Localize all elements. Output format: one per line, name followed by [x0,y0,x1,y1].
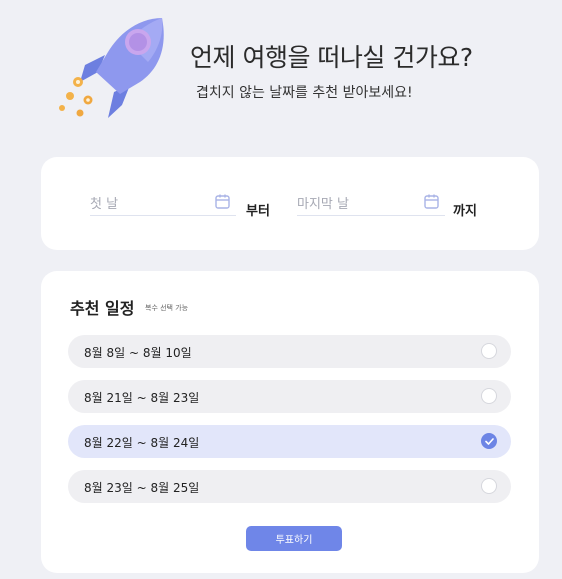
schedule-option[interactable]: 8월 23일 ~ 8월 25일 [68,470,511,503]
check-icon[interactable] [481,433,497,449]
start-date-placeholder: 첫 날 [90,197,119,212]
vote-button[interactable]: 투표하기 [246,526,342,551]
end-date-placeholder: 마지막 날 [297,197,349,212]
end-date-input[interactable]: 마지막 날 [297,193,445,216]
schedule-option[interactable]: 8월 21일 ~ 8월 23일 [68,380,511,413]
start-date-suffix: 부터 [246,204,270,219]
schedule-option-label: 8월 22일 ~ 8월 24일 [84,436,200,450]
start-date-input[interactable]: 첫 날 [90,193,236,216]
schedule-option-label: 8월 21일 ~ 8월 23일 [84,391,200,405]
page-subtitle: 겹치지 않는 날짜를 추천 받아보세요! [196,85,413,101]
schedule-option-label: 8월 23일 ~ 8월 25일 [84,481,200,495]
radio-unchecked-icon[interactable] [481,343,497,359]
page-title: 언제 여행을 떠나실 건가요? [190,43,473,72]
recommendation-title: 추천 일정 [70,299,135,318]
calendar-icon[interactable] [423,193,441,211]
radio-unchecked-icon[interactable] [481,478,497,494]
schedule-option-selected[interactable]: 8월 22일 ~ 8월 24일 [68,425,511,458]
rocket-icon [59,18,164,118]
end-date-suffix: 까지 [453,204,477,219]
radio-unchecked-icon[interactable] [481,388,497,404]
schedule-option[interactable]: 8월 8일 ~ 8월 10일 [68,335,511,368]
schedule-option-label: 8월 8일 ~ 8월 10일 [84,346,192,360]
recommendation-hint: 복수 선택 가능 [145,304,189,312]
calendar-icon[interactable] [214,193,232,211]
